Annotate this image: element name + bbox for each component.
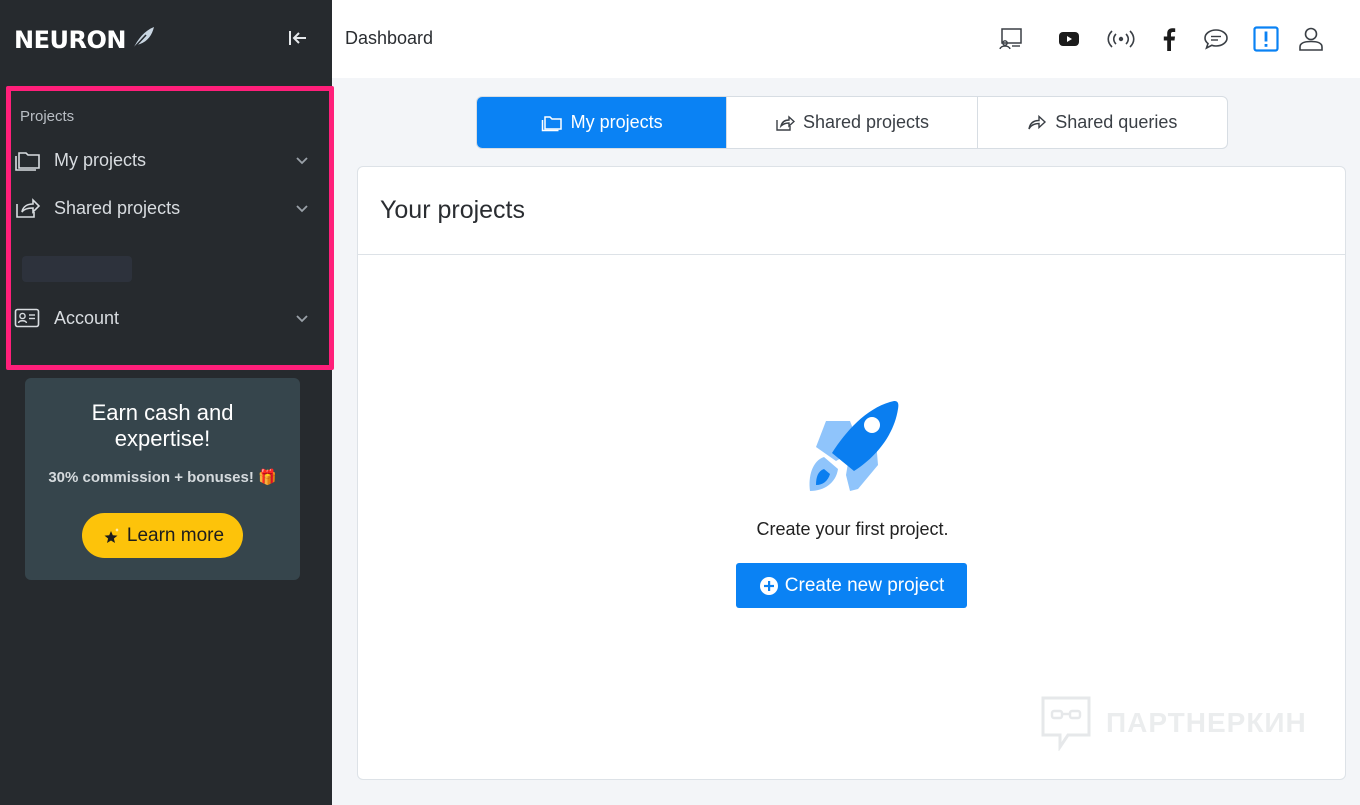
share-icon <box>775 114 795 132</box>
logo[interactable]: NEURON <box>14 24 156 56</box>
empty-state-text: Create your first project. <box>756 519 949 539</box>
facebook-icon[interactable] <box>1154 24 1184 54</box>
sidebar: NEURON Projects My projects Shared proje… <box>0 0 334 805</box>
affiliate-promo-card: Earn cash and expertise! 30% commission … <box>25 378 300 580</box>
tab-label: Shared queries <box>1055 112 1178 132</box>
share-icon <box>14 196 42 220</box>
feather-icon <box>130 25 156 56</box>
sidebar-item-shared-projects[interactable]: Shared projects <box>14 190 310 226</box>
page-title: Dashboard <box>345 28 434 48</box>
rocket-icon <box>802 399 902 500</box>
chevron-down-icon <box>294 152 310 168</box>
brand-name: NEURON <box>14 26 126 54</box>
collapse-sidebar-button[interactable] <box>286 26 310 50</box>
watermark: ПАРТНЕРКИН <box>1040 695 1307 751</box>
tab-label: My projects <box>570 112 663 132</box>
id-card-icon <box>14 306 42 330</box>
alert-icon[interactable] <box>1251 24 1281 54</box>
folders-icon <box>541 114 563 132</box>
youtube-icon[interactable] <box>1054 24 1084 54</box>
tab-shared-projects[interactable]: Shared projects <box>727 97 978 148</box>
tab-my-projects[interactable]: My projects <box>477 97 728 148</box>
presentation-icon[interactable] <box>996 24 1026 54</box>
sidebar-item-label: Account <box>54 307 120 328</box>
learn-more-label: Learn more <box>126 524 225 546</box>
create-new-project-button[interactable]: Create new project <box>736 563 967 608</box>
collapse-icon <box>289 31 306 45</box>
chat-icon[interactable] <box>1201 24 1231 54</box>
sidebar-item-label: My projects <box>54 149 147 170</box>
share-arrow-icon <box>1027 114 1047 132</box>
project-tabs: My projects Shared projects Shared queri… <box>476 96 1228 149</box>
tab-label: Shared projects <box>802 112 930 132</box>
sparkle-star-icon <box>104 527 119 543</box>
projects-card: Your projects Create your first project.… <box>357 166 1346 780</box>
card-title: Your projects <box>380 196 525 224</box>
promo-title: Earn cash and expertise! <box>91 400 234 451</box>
learn-more-button[interactable]: Learn more <box>82 513 243 558</box>
card-header: Your projects <box>358 167 1345 255</box>
sidebar-item-my-projects[interactable]: My projects <box>14 142 310 178</box>
user-profile-icon[interactable] <box>1296 24 1326 54</box>
tab-shared-queries[interactable]: Shared queries <box>978 97 1227 148</box>
promo-subtitle: 30% commission + bonuses! 🎁 <box>48 469 277 486</box>
chevron-down-icon <box>294 200 310 216</box>
folders-icon <box>14 148 42 172</box>
plus-circle-icon <box>759 576 778 595</box>
sidebar-item-label: Shared projects <box>54 197 181 218</box>
create-button-label: Create new project <box>784 574 945 596</box>
top-bar: Dashboard <box>332 0 1360 78</box>
broadcast-icon[interactable] <box>1106 24 1136 54</box>
chevron-down-icon <box>294 310 310 326</box>
watermark-text: ПАРТНЕРКИН <box>1106 707 1307 738</box>
sidebar-item-account[interactable]: Account <box>14 300 310 336</box>
watermark-logo-icon <box>1041 696 1091 751</box>
section-label-projects: Projects <box>20 108 75 125</box>
blurred-item <box>22 256 132 282</box>
